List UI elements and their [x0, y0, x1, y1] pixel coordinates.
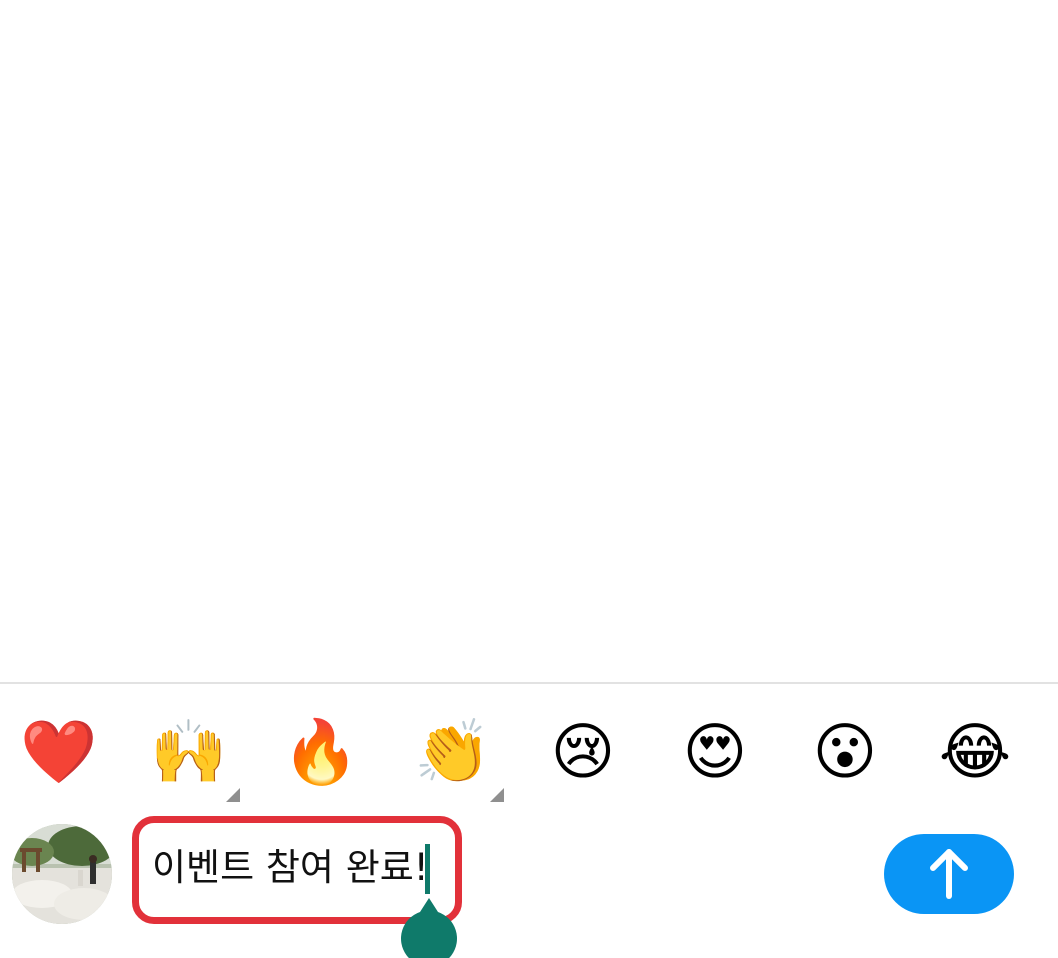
- skin-tone-indicator-icon: [226, 788, 240, 802]
- send-button[interactable]: [884, 834, 1014, 914]
- raising-hands-icon: 🙌: [150, 715, 228, 788]
- comment-input-value[interactable]: 이벤트 참여 완료!: [152, 838, 429, 898]
- tears-of-joy-icon: 😂: [938, 715, 1012, 788]
- surprised-face-icon: 😮: [812, 715, 878, 788]
- arrow-up-icon: [930, 849, 968, 899]
- heart-icon: ❤️: [20, 715, 98, 788]
- text-caret: [425, 844, 430, 894]
- comment-composer: 이벤트 참여 완료!: [0, 810, 1058, 958]
- divider: [0, 682, 1058, 684]
- heart-eyes-icon: 😍: [682, 715, 748, 788]
- reaction-heart-button[interactable]: ❤️: [14, 712, 104, 792]
- skin-tone-indicator-icon: [490, 788, 504, 802]
- reaction-crying-face-button[interactable]: 😢: [538, 712, 628, 792]
- reaction-raising-hands-button[interactable]: 🙌: [144, 712, 240, 802]
- fire-icon: 🔥: [282, 715, 360, 788]
- reaction-surprised-face-button[interactable]: 😮: [800, 712, 890, 792]
- reaction-fire-button[interactable]: 🔥: [276, 712, 366, 792]
- reaction-clapping-hands-button[interactable]: 👏: [408, 712, 504, 802]
- caret-handle-icon[interactable]: [400, 898, 458, 958]
- clapping-hands-icon: 👏: [414, 715, 492, 788]
- avatar[interactable]: [12, 824, 112, 924]
- avatar-photo: [12, 824, 112, 924]
- empty-content-area: [0, 0, 1058, 682]
- reaction-tears-of-joy-button[interactable]: 😂: [930, 712, 1020, 792]
- crying-face-icon: 😢: [550, 715, 616, 788]
- quick-reaction-bar: ❤️ 🙌 🔥 👏 😢 😍 😮 😂: [0, 700, 1058, 810]
- reaction-heart-eyes-button[interactable]: 😍: [670, 712, 760, 792]
